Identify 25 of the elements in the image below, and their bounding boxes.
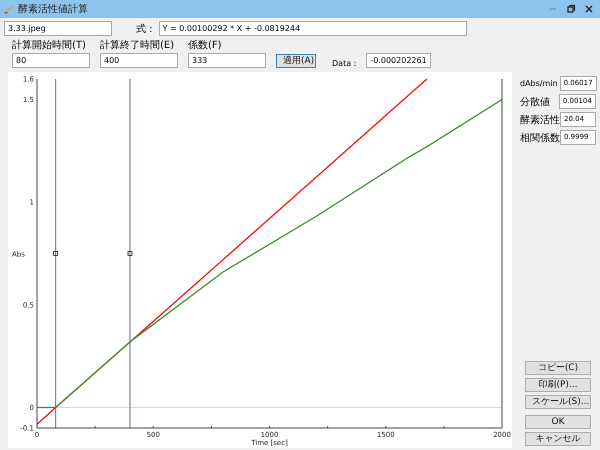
cursor-handle[interactable]	[53, 251, 58, 256]
dialog-button[interactable]: OK	[525, 415, 591, 429]
result-label: dAbs/min	[520, 79, 558, 88]
input-field[interactable]: 400	[100, 53, 178, 68]
result-label: 分散値	[520, 96, 551, 108]
formula-label: 式 :	[136, 22, 153, 36]
app-icon	[4, 4, 14, 14]
data-field[interactable]: -0.000202261	[366, 53, 431, 68]
result-label: 相関係数	[520, 132, 558, 144]
file-name-field[interactable]: 3.33.jpeg	[4, 21, 112, 36]
window-title: 酵素活性値計算	[18, 2, 89, 16]
result-label: 酵素活性	[520, 114, 558, 126]
apply-button[interactable]: 適用(A)	[276, 54, 316, 68]
dialog-button[interactable]: 印刷(P)...	[525, 378, 591, 392]
field-label: 係数(F)	[188, 39, 223, 52]
dialog-button[interactable]: コピー(C)	[525, 361, 591, 375]
field-label: 計算開始時間(T)	[12, 38, 87, 52]
formula-field[interactable]: Y = 0.00100292 * X + -0.0819244	[158, 21, 467, 36]
input-field[interactable]: 333	[188, 53, 266, 68]
cursor-handle[interactable]	[128, 251, 132, 256]
data-label: Data :	[332, 59, 356, 68]
dialog-button[interactable]: スケール(S)...	[525, 395, 591, 409]
field-label: 計算終了時間(E)	[100, 38, 176, 52]
input-field[interactable]: 80	[12, 53, 90, 68]
dialog-button[interactable]: キャンセル	[525, 432, 591, 446]
